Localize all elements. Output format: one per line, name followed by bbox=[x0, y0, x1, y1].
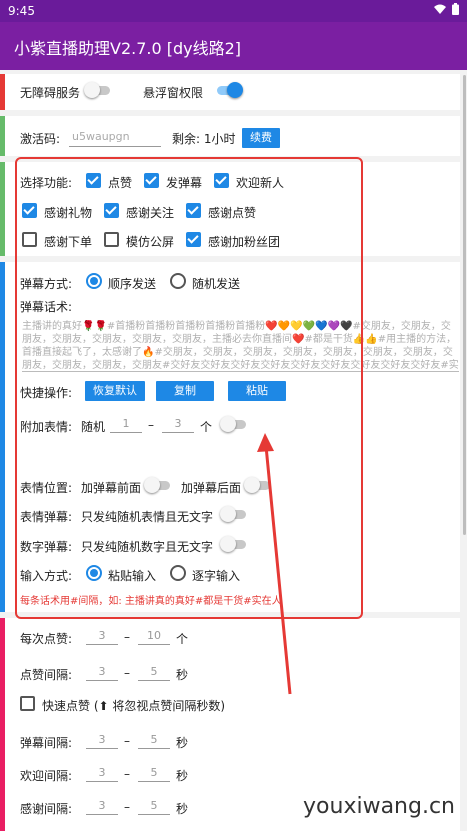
annotation-arrow-icon bbox=[257, 433, 292, 695]
watermark: youxiwang.cn bbox=[303, 794, 455, 819]
